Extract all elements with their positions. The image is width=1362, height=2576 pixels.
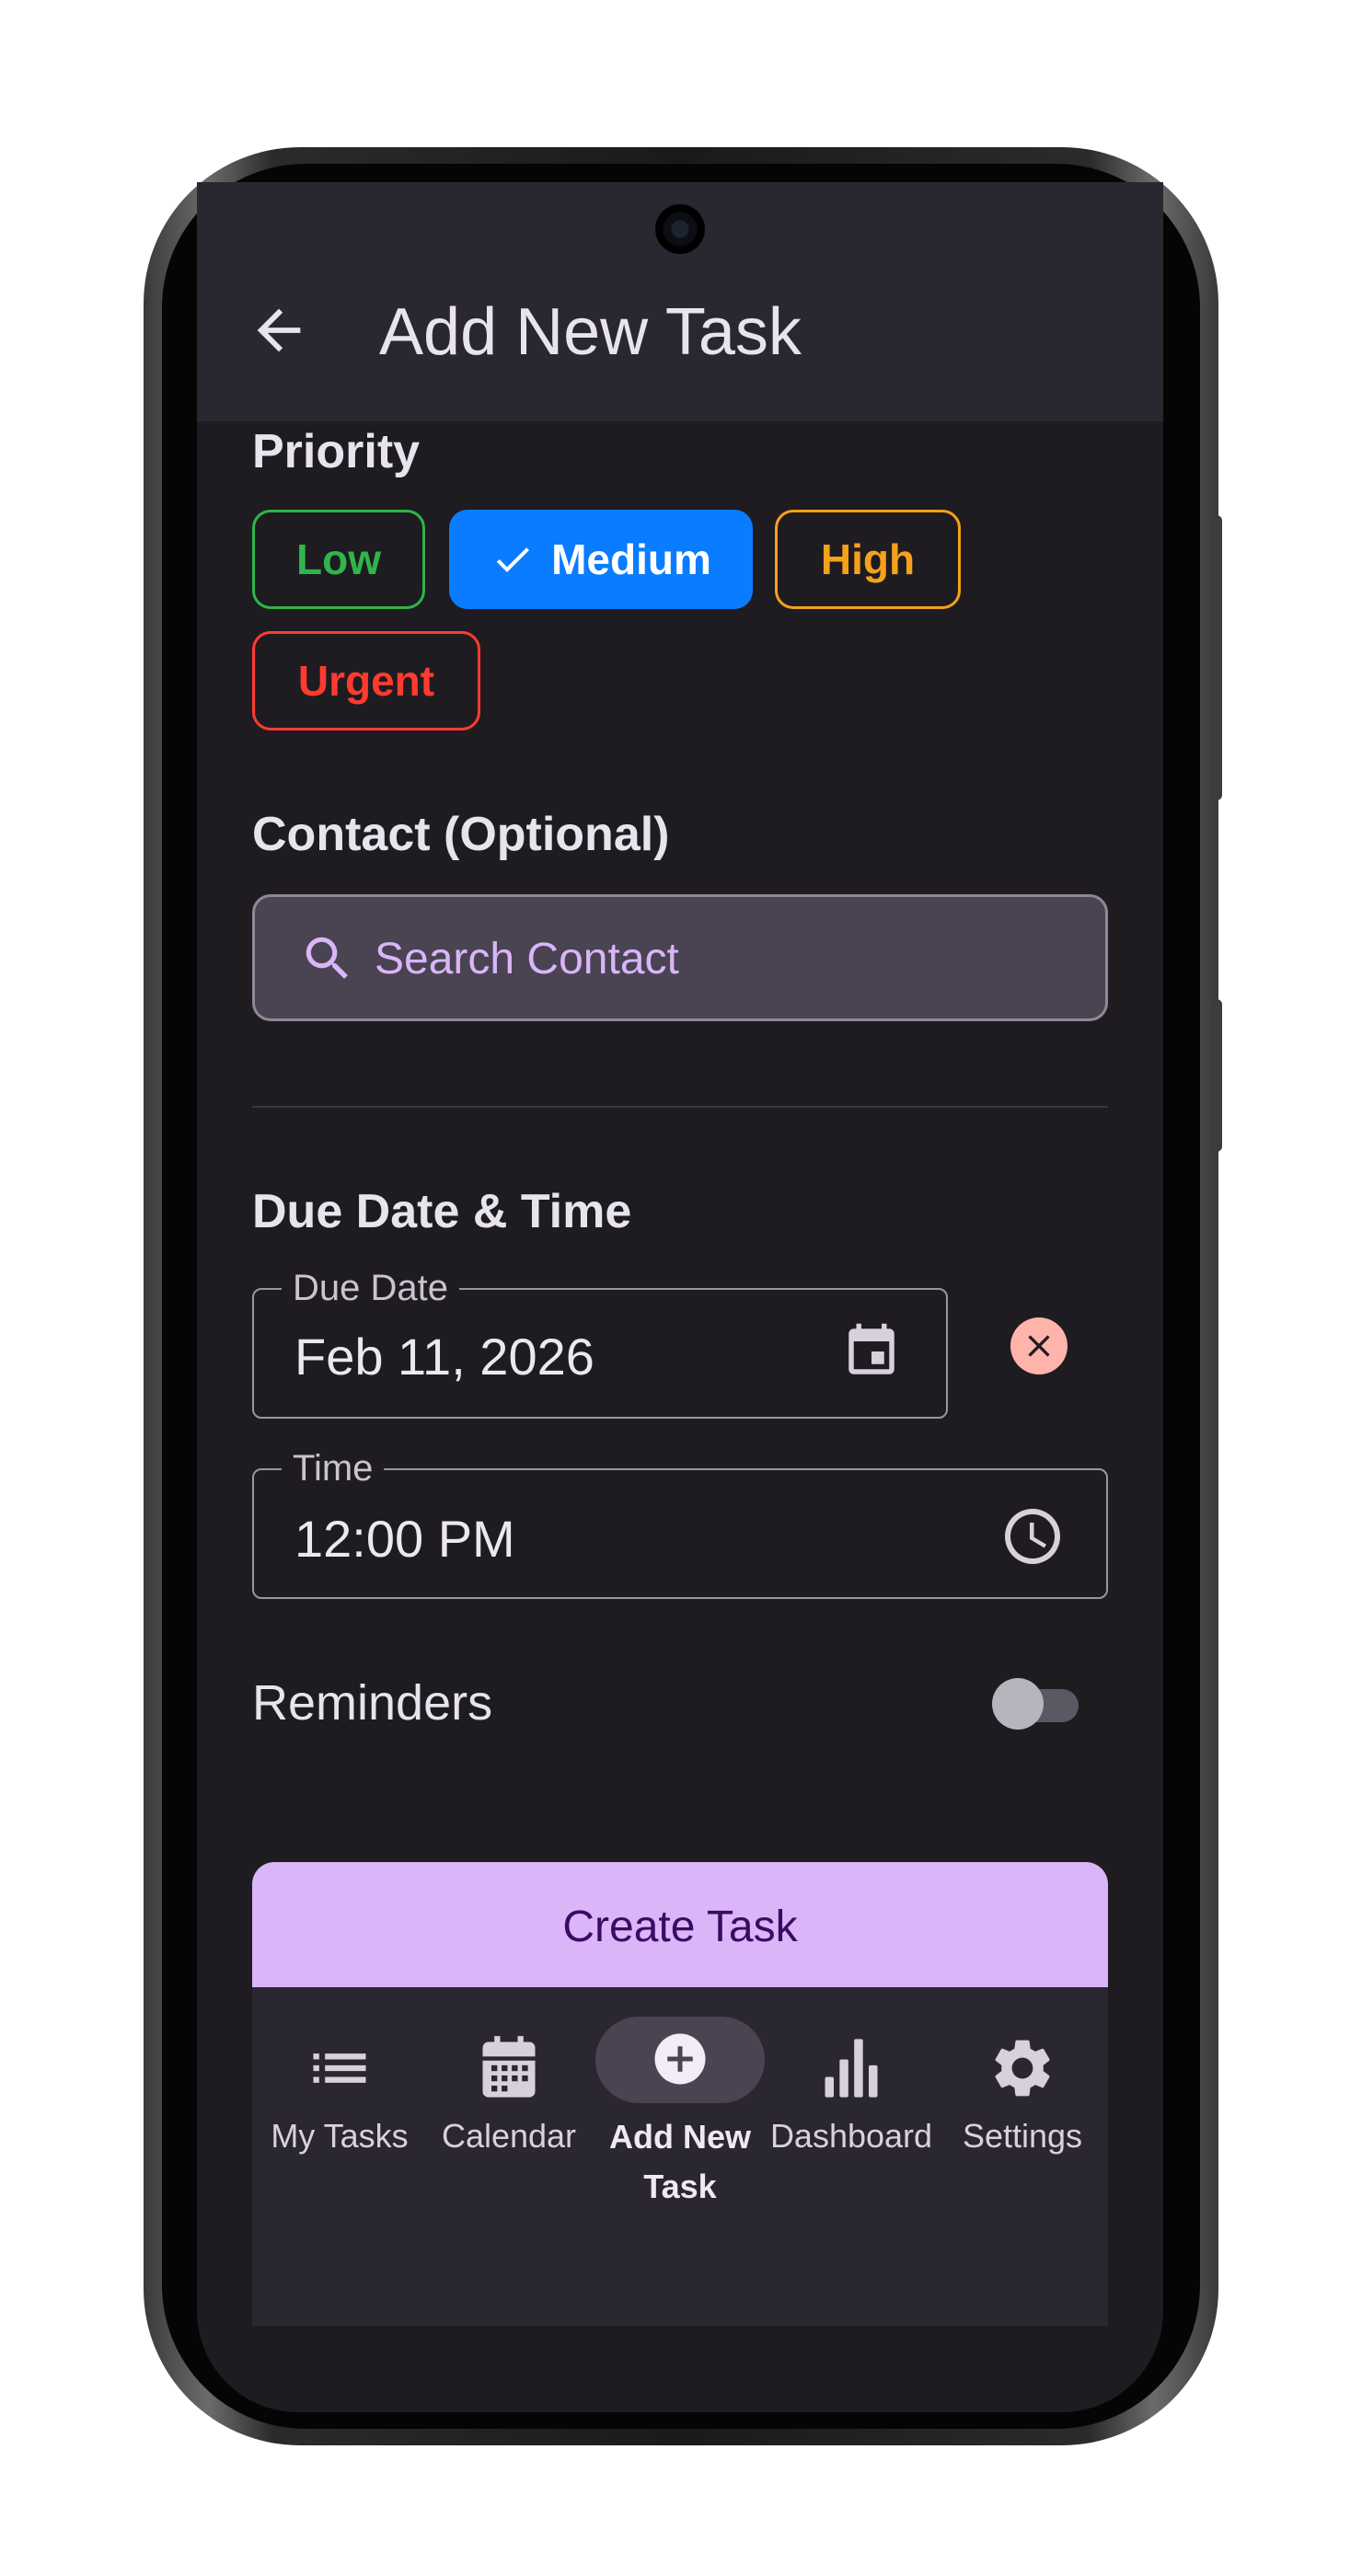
list-icon bbox=[305, 2033, 375, 2103]
bar-chart-icon bbox=[816, 2033, 886, 2103]
toggle-thumb bbox=[992, 1678, 1044, 1730]
reminders-label: Reminders bbox=[252, 1675, 493, 1731]
volume-button bbox=[1211, 515, 1222, 800]
reminders-toggle[interactable] bbox=[992, 1678, 1079, 1730]
nav-item-dashboard[interactable]: Dashboard bbox=[764, 2006, 939, 2226]
power-button bbox=[1211, 999, 1222, 1152]
chip-label: Urgent bbox=[297, 657, 435, 705]
nav-item-add-new-task[interactable]: Add New Task bbox=[593, 2006, 768, 2226]
priority-title: Priority bbox=[252, 425, 421, 478]
nav-item-settings[interactable]: Settings bbox=[935, 2006, 1110, 2226]
chip-label: Low bbox=[296, 535, 381, 583]
nav-label-settings: Settings bbox=[962, 2117, 1083, 2155]
due-date-label: Due Date bbox=[282, 1264, 459, 1312]
nav-item-my-tasks[interactable]: My Tasks bbox=[252, 2006, 427, 2226]
check-icon bbox=[491, 537, 535, 581]
front-camera bbox=[655, 204, 705, 254]
chip-label: High bbox=[820, 535, 916, 583]
gear-icon bbox=[987, 2033, 1057, 2103]
nav-label-add-new-task: Add New Task bbox=[608, 2118, 751, 2205]
priority-chip-low[interactable]: Low bbox=[252, 510, 425, 609]
due-date-value: Feb 11, 2026 bbox=[294, 1328, 594, 1386]
nav-label-dashboard: Dashboard bbox=[769, 2117, 933, 2155]
priority-chip-high[interactable]: High bbox=[775, 510, 961, 609]
search-contact-placeholder: Search Contact bbox=[375, 935, 679, 983]
nav-label-calendar: Calendar bbox=[441, 2117, 577, 2155]
clear-date-icon[interactable] bbox=[1010, 1317, 1068, 1374]
nav-label-my-tasks: My Tasks bbox=[271, 2117, 409, 2155]
calendar-icon bbox=[474, 2033, 544, 2103]
contact-title: Contact (Optional) bbox=[252, 808, 670, 861]
nav-item-calendar[interactable]: Calendar bbox=[421, 2006, 596, 2226]
priority-chip-urgent[interactable]: Urgent bbox=[252, 631, 480, 730]
back-arrow-icon[interactable] bbox=[247, 298, 311, 362]
time-value: 12:00 PM bbox=[294, 1510, 515, 1568]
search-icon bbox=[299, 930, 356, 987]
create-task-label: Create Task bbox=[562, 1902, 798, 1951]
page-title: Add New Task bbox=[379, 295, 802, 369]
add-circle-icon bbox=[652, 2031, 708, 2087]
chip-label: Medium bbox=[551, 535, 711, 583]
contact-search-field[interactable]: Search Contact bbox=[252, 894, 1108, 1021]
create-task-button[interactable]: Create Task bbox=[252, 1862, 1108, 1991]
due-title: Due Date & Time bbox=[252, 1185, 632, 1238]
clock-icon[interactable] bbox=[999, 1503, 1066, 1570]
priority-chip-medium[interactable]: Medium bbox=[449, 510, 753, 609]
time-label: Time bbox=[282, 1444, 385, 1492]
divider bbox=[252, 1106, 1108, 1108]
calendar-icon[interactable] bbox=[841, 1321, 902, 1382]
